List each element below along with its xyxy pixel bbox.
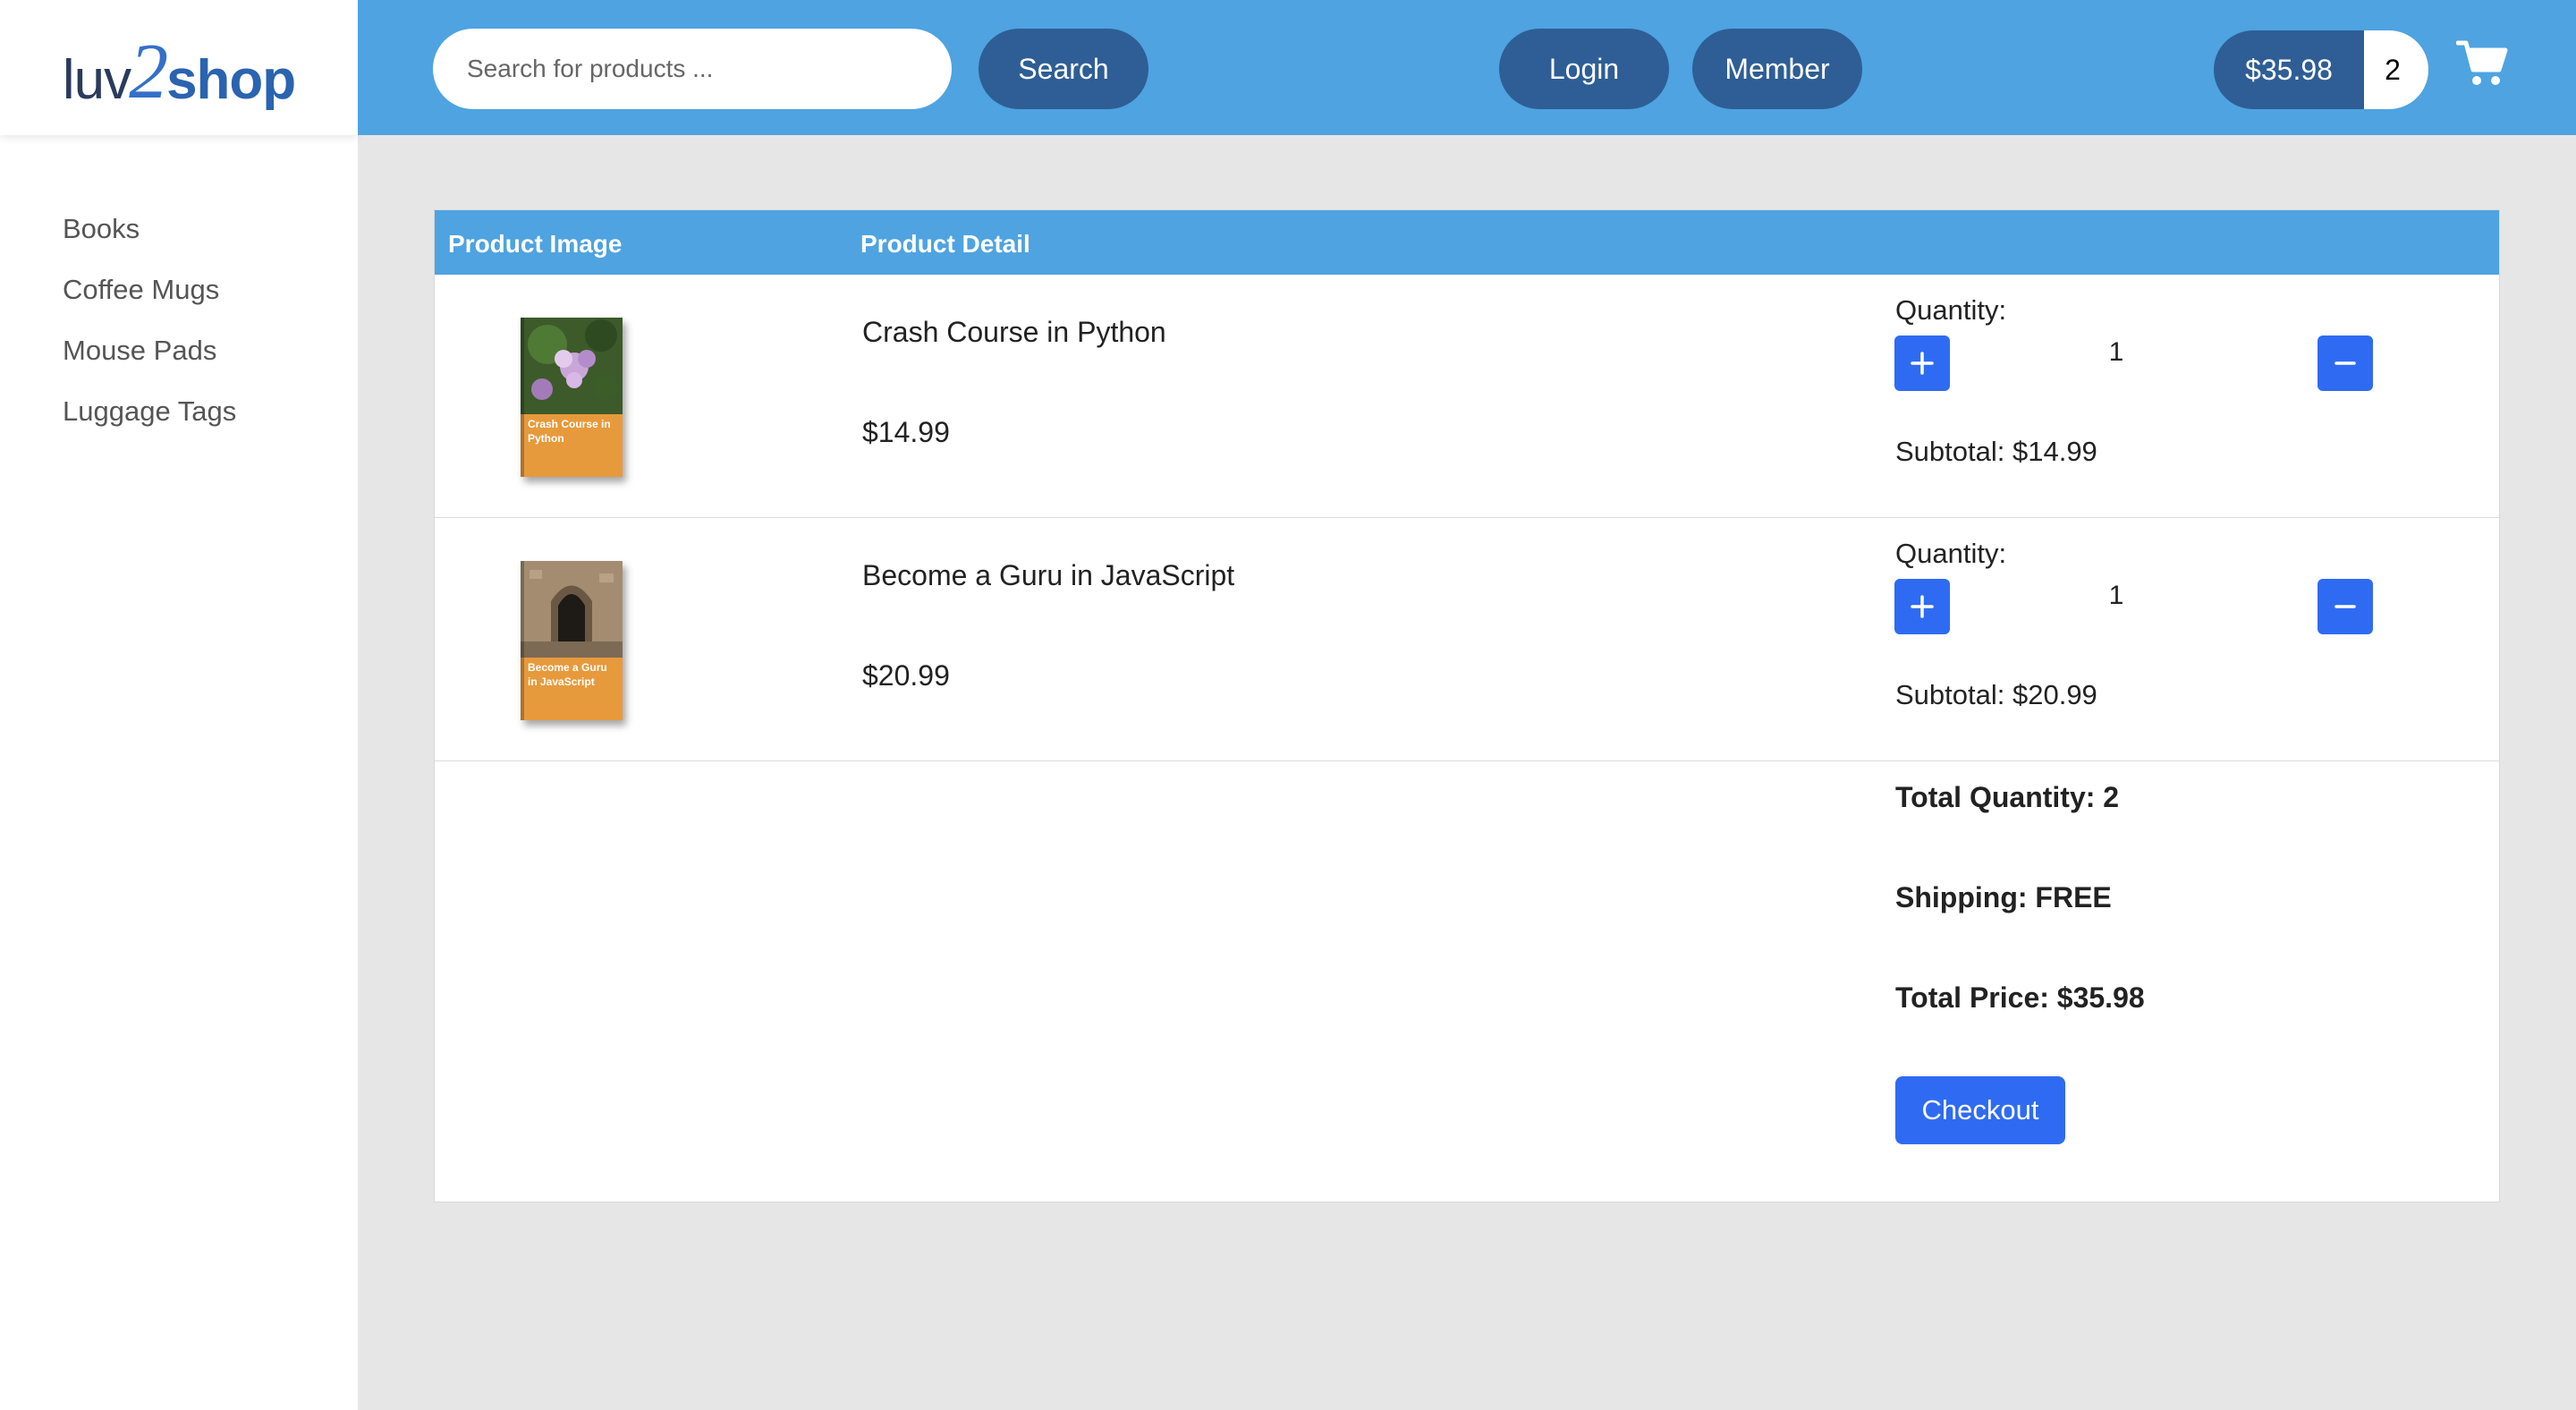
table-row: Become a Guru in JavaScript Become a Gur… [435, 518, 2499, 761]
item-subtotal: Subtotal: $20.99 [1895, 679, 2097, 710]
table-row: Crash Course in Python Crash Course in P… [435, 275, 2499, 518]
search-input[interactable] [433, 29, 952, 109]
product-price: $14.99 [862, 416, 950, 448]
member-button[interactable]: Member [1692, 29, 1862, 109]
cart-item-count: 2 [2364, 30, 2428, 109]
shopping-cart-icon[interactable] [2455, 39, 2508, 88]
quantity-value: 1 [2108, 337, 2124, 367]
quantity-label: Quantity: [1895, 294, 2007, 326]
plus-icon [1911, 352, 1934, 375]
decrement-quantity-button[interactable] [2318, 579, 2373, 634]
quantity-value: 1 [2108, 581, 2124, 610]
checkout-button[interactable]: Checkout [1895, 1076, 2065, 1144]
cart-details-table: Product Image Product Detail Crash Cours… [434, 209, 2500, 1202]
product-image: Crash Course in Python [521, 318, 623, 477]
logo-text-luv: luv [62, 48, 131, 111]
book-cover-title: Become a Guru in JavaScript [528, 661, 607, 688]
sidebar-item-mouse-pads[interactable]: Mouse Pads [63, 329, 236, 390]
sidebar: luv 2 shop Books Coffee Mugs Mouse Pads … [0, 0, 358, 1410]
increment-quantity-button[interactable] [1894, 336, 1950, 391]
cart-total-price: $35.98 [2214, 30, 2364, 109]
decrement-quantity-button[interactable] [2318, 336, 2373, 391]
table-header: Product Image Product Detail [435, 210, 2499, 275]
logo-container: luv 2 shop [0, 0, 358, 135]
increment-quantity-button[interactable] [1894, 579, 1950, 634]
column-header-product-detail: Product Detail [860, 230, 1030, 258]
logo-text-shop: shop [166, 48, 296, 111]
minus-icon [2334, 361, 2356, 365]
top-header: Search Login Member $35.98 2 [358, 0, 2576, 135]
sidebar-item-coffee-mugs[interactable]: Coffee Mugs [63, 268, 236, 329]
logo-text-2: 2 [129, 29, 169, 116]
total-quantity: Total Quantity: 2 [1895, 781, 2120, 813]
product-name: Become a Guru in JavaScript [862, 559, 1235, 591]
product-name: Crash Course in Python [862, 316, 1166, 348]
quantity-label: Quantity: [1895, 538, 2007, 569]
login-button[interactable]: Login [1499, 29, 1669, 109]
search-button[interactable]: Search [979, 29, 1148, 109]
sidebar-item-luggage-tags[interactable]: Luggage Tags [63, 390, 236, 451]
product-price: $20.99 [862, 659, 950, 692]
cart-status[interactable]: $35.98 2 [2214, 30, 2428, 109]
plus-icon [1911, 595, 1934, 618]
sidebar-item-books[interactable]: Books [63, 208, 236, 268]
total-price: Total Price: $35.98 [1895, 981, 2145, 1014]
product-image: Become a Guru in JavaScript [521, 561, 623, 720]
item-subtotal: Subtotal: $14.99 [1895, 436, 2097, 467]
brand-logo[interactable]: luv 2 shop [62, 28, 296, 116]
minus-icon [2334, 605, 2356, 608]
shipping-status: Shipping: FREE [1895, 881, 2112, 913]
book-cover-title: Crash Course in Python [528, 418, 611, 445]
category-menu: Books Coffee Mugs Mouse Pads Luggage Tag… [63, 208, 236, 451]
column-header-product-image: Product Image [448, 230, 623, 258]
